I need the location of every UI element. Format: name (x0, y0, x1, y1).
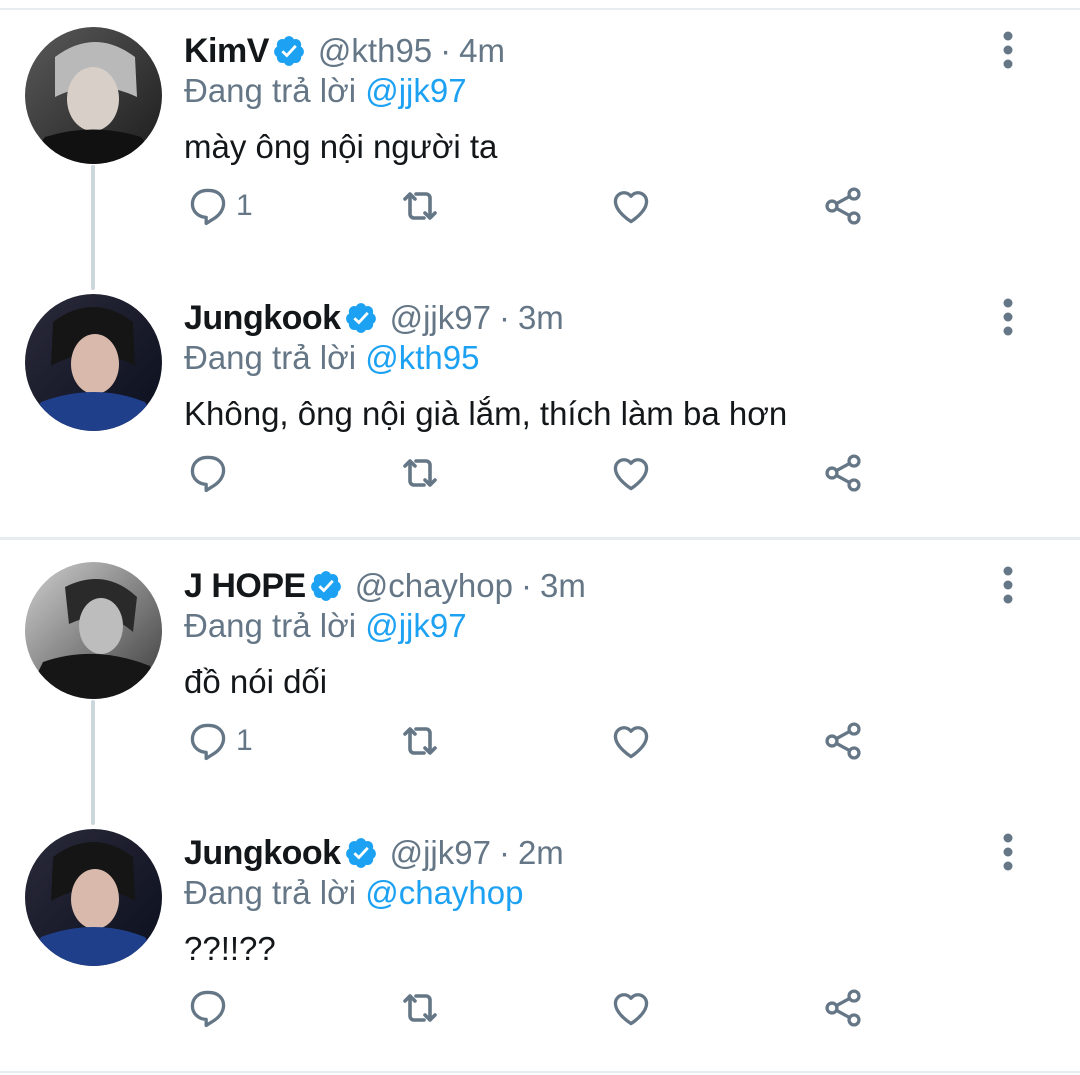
timeline-bottom-border (0, 1071, 1080, 1073)
timestamp[interactable]: 4m (459, 32, 505, 70)
replying-prefix: Đang trả lời (184, 72, 357, 109)
display-name[interactable]: Jungkook (184, 299, 341, 338)
reply-icon (190, 723, 226, 761)
share-icon (825, 722, 861, 760)
replying-to: Đang trả lời @kth95 (184, 339, 479, 377)
reply-icon (190, 990, 226, 1028)
handle[interactable]: @chayhop (355, 567, 513, 605)
handle[interactable]: @jjk97 (390, 299, 491, 337)
share-button[interactable] (821, 711, 865, 771)
retweet-icon (403, 727, 437, 755)
display-name[interactable]: J HOPE (184, 567, 306, 606)
tweet-jungkook-2[interactable]: Jungkook @jjk97 · 2m Đang trả lời @chayh… (0, 802, 1080, 1062)
reply-icon (190, 188, 226, 226)
display-name[interactable]: Jungkook (184, 834, 341, 873)
retweet-button[interactable] (396, 711, 444, 771)
reply-button[interactable] (186, 443, 236, 503)
share-button[interactable] (821, 443, 865, 503)
like-icon (613, 458, 649, 491)
verified-badge-icon (272, 34, 306, 68)
tweet-jhope[interactable]: J HOPE @chayhop · 3m Đang trả lời @jjk97… (0, 535, 1080, 795)
reply-button[interactable]: 1 (186, 176, 253, 236)
share-button[interactable] (821, 978, 865, 1038)
verified-badge-icon (344, 301, 378, 335)
retweet-button[interactable] (396, 176, 444, 236)
share-icon (825, 187, 861, 225)
handle[interactable]: @jjk97 (390, 834, 491, 872)
like-button[interactable] (609, 443, 653, 503)
share-icon (825, 454, 861, 492)
timestamp[interactable]: 2m (518, 834, 564, 872)
verified-badge-icon (309, 569, 343, 603)
retweet-icon (403, 192, 437, 220)
avatar-jungkook[interactable] (25, 294, 162, 431)
retweet-icon (403, 994, 437, 1022)
reply-count: 1 (236, 724, 253, 757)
tweet-text: mày ông nội người ta (184, 128, 498, 165)
tweet-text: đồ nói dối (184, 663, 328, 700)
share-button[interactable] (821, 176, 865, 236)
more-vertical-icon[interactable] (994, 30, 1022, 70)
share-icon (825, 989, 861, 1027)
replying-prefix: Đang trả lời (184, 607, 357, 644)
like-icon (613, 191, 649, 224)
display-name[interactable]: KimV (184, 32, 269, 71)
reply-button[interactable]: 1 (186, 711, 253, 771)
action-bar: 1 (0, 711, 1080, 771)
replying-to: Đang trả lời @jjk97 (184, 72, 467, 110)
action-bar (0, 443, 1080, 503)
meta-dot: · (440, 32, 452, 69)
retweet-button[interactable] (396, 978, 444, 1038)
replying-mention[interactable]: @chayhop (365, 874, 523, 911)
like-button[interactable] (609, 176, 653, 236)
like-button[interactable] (609, 711, 653, 771)
replying-to: Đang trả lời @chayhop (184, 874, 523, 912)
timestamp[interactable]: 3m (518, 299, 564, 337)
avatar-jungkook[interactable] (25, 829, 162, 966)
avatar-jhope[interactable] (25, 562, 162, 699)
reply-button[interactable] (186, 978, 236, 1038)
replying-mention[interactable]: @jjk97 (365, 72, 466, 109)
reply-icon (190, 455, 226, 493)
retweet-button[interactable] (396, 443, 444, 503)
reply-count: 1 (236, 189, 253, 222)
like-icon (613, 993, 649, 1026)
replying-prefix: Đang trả lời (184, 339, 357, 376)
avatar-kimv[interactable] (25, 27, 162, 164)
tweet-kimv[interactable]: KimV @kth95 · 4m Đang trả lời @jjk97 mày… (0, 0, 1080, 260)
meta-dot: · (520, 567, 532, 604)
handle[interactable]: @kth95 (318, 32, 432, 70)
tweet-text: ??!!?? (184, 930, 276, 967)
replying-mention[interactable]: @jjk97 (365, 607, 466, 644)
replying-mention[interactable]: @kth95 (365, 339, 479, 376)
meta-dot: · (498, 834, 510, 871)
verified-badge-icon (344, 836, 378, 870)
retweet-icon (403, 459, 437, 487)
more-vertical-icon[interactable] (994, 297, 1022, 337)
more-vertical-icon[interactable] (994, 565, 1022, 605)
like-button[interactable] (609, 978, 653, 1038)
tweet-jungkook[interactable]: Jungkook @jjk97 · 3m Đang trả lời @kth95… (0, 267, 1080, 527)
action-bar: 1 (0, 176, 1080, 236)
meta-dot: · (498, 299, 510, 336)
tweet-text: Không, ông nội già lắm, thích làm ba hơn (184, 395, 788, 432)
action-bar (0, 978, 1080, 1038)
replying-to: Đang trả lời @jjk97 (184, 607, 467, 645)
replying-prefix: Đang trả lời (184, 874, 357, 911)
more-vertical-icon[interactable] (994, 832, 1022, 872)
like-icon (613, 726, 649, 759)
timestamp[interactable]: 3m (540, 567, 586, 605)
